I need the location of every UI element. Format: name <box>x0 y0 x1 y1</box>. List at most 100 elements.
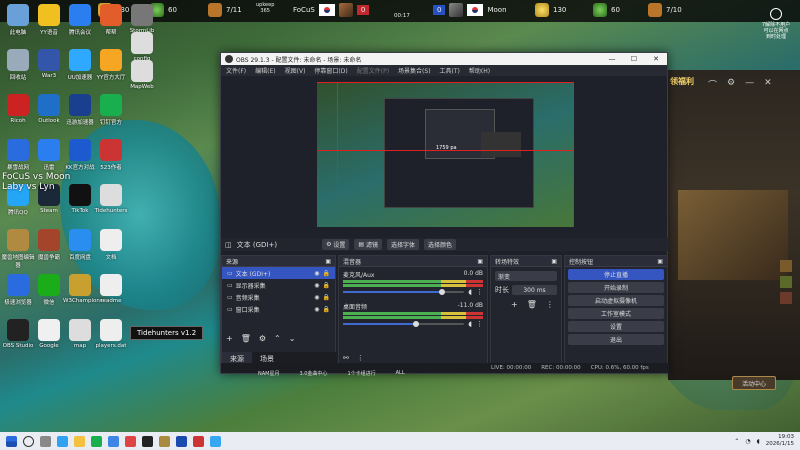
menu-item[interactable]: 视图(V) <box>285 66 306 75</box>
control-button[interactable]: 停止直播 <box>568 269 664 280</box>
desktop-icon[interactable]: 微信 <box>32 274 66 306</box>
add-icon[interactable]: + <box>226 334 233 343</box>
control-button[interactable]: 开始录制 <box>568 282 664 293</box>
desktop-icon[interactable]: Ricoh <box>1 94 35 124</box>
app-icon[interactable] <box>125 435 136 447</box>
more-icon[interactable]: ⋮ <box>476 320 483 328</box>
control-button[interactable]: 工作室模式 <box>568 308 664 319</box>
desktop-icon[interactable]: 迅游加速器 <box>63 94 97 126</box>
select-font-button[interactable]: 选择字体 <box>387 239 420 250</box>
more-icon[interactable]: ⋮ <box>546 300 554 309</box>
eye-icon[interactable]: ◉ <box>314 306 319 313</box>
trash-icon[interactable]: 🗑 <box>241 334 251 343</box>
desktop-icon[interactable]: 回收站 <box>1 49 35 81</box>
close-icon[interactable]: ✕ <box>645 55 667 63</box>
obs-icon[interactable] <box>142 435 153 447</box>
search-icon[interactable] <box>23 435 34 447</box>
lock-icon[interactable]: 🔒 <box>323 282 330 289</box>
network-icon[interactable]: ◔ <box>745 438 750 445</box>
settings-icon[interactable] <box>770 8 782 20</box>
desktop-icon[interactable]: YY语音 <box>32 4 66 36</box>
desktop-icon[interactable]: 此电脑 <box>1 4 35 36</box>
desktop-icon[interactable]: 百度网盘 <box>63 229 97 261</box>
item-icon[interactable] <box>780 276 792 288</box>
menu-item[interactable]: 编辑(E) <box>255 66 275 75</box>
desktop-icon[interactable]: MapWeb <box>125 60 159 90</box>
eye-icon[interactable]: ◉ <box>314 294 319 301</box>
minimize-icon[interactable]: — <box>601 55 623 63</box>
desktop-icon[interactable]: players.dat <box>94 319 128 349</box>
source-item[interactable]: ▭ 窗口采集 ◉ 🔒 <box>222 303 335 315</box>
tray-chevron-icon[interactable]: ⌃ <box>734 438 739 445</box>
desktop-icon[interactable]: War3 <box>32 49 66 79</box>
menu-item[interactable]: 工具(T) <box>440 66 460 75</box>
slider-knob[interactable] <box>439 289 446 295</box>
clock-area[interactable]: 19:03 2026/1/15 <box>766 434 794 448</box>
desktop-icon[interactable]: 钉钉官方 <box>94 94 128 126</box>
select-color-button[interactable]: 选择颜色 <box>424 239 457 250</box>
control-button[interactable]: 设置 <box>568 321 664 332</box>
task-view-icon[interactable] <box>40 435 51 447</box>
gear-icon[interactable]: ⚙ <box>259 334 266 343</box>
desktop-icon[interactable]: readme <box>94 274 128 304</box>
desktop-icon[interactable]: map <box>63 319 97 349</box>
menu-item[interactable]: 配置文件(P) <box>357 66 389 75</box>
dock-options-icon[interactable]: ▣ <box>657 258 663 265</box>
control-button[interactable]: 启动虚拟摄像机 <box>568 295 664 306</box>
folder-icon[interactable] <box>74 435 85 447</box>
desktop-icon[interactable]: OBS Studio <box>1 319 35 349</box>
desktop-icon[interactable]: 腾讯会议 <box>63 4 97 36</box>
app-icon[interactable] <box>210 435 221 447</box>
desktop-icon[interactable]: 523作者 <box>94 139 128 171</box>
lock-icon[interactable]: 🔒 <box>323 306 330 313</box>
lock-icon[interactable]: 🔒 <box>323 294 330 301</box>
item-icon[interactable] <box>780 292 792 304</box>
dock-options-icon[interactable]: ▣ <box>477 258 483 265</box>
source-settings-button[interactable]: ⚙ 设置 <box>322 239 350 250</box>
chevron-down-icon[interactable]: ⌄ <box>289 334 296 343</box>
app-icon[interactable] <box>91 435 102 447</box>
lock-icon[interactable]: 🔒 <box>323 270 330 277</box>
desktop-icon[interactable]: YY官方大厅 <box>94 49 128 81</box>
app-icon[interactable] <box>176 435 187 447</box>
more-icon[interactable]: ⋮ <box>357 354 364 362</box>
activity-center-button[interactable]: 活动中心 <box>732 376 776 390</box>
filters-button[interactable]: ▤ 滤镜 <box>354 239 382 250</box>
menu-item[interactable]: 文件(F) <box>226 66 246 75</box>
menu-item[interactable]: 帮助(H) <box>469 66 490 75</box>
desktop-icon[interactable]: 文档 <box>94 229 128 261</box>
desktop-icon[interactable]: config <box>125 32 159 62</box>
source-item[interactable]: ▭ 显示器采集 ◉ 🔒 <box>222 279 335 291</box>
source-item[interactable]: ▭ 音频采集 ◉ 🔒 <box>222 291 335 303</box>
control-button[interactable]: 退出 <box>568 334 664 345</box>
desktop-icon[interactable]: 迅雷 <box>32 139 66 171</box>
windows-start-icon[interactable] <box>6 435 17 447</box>
desktop-icon[interactable]: W3Champions <box>63 274 103 304</box>
obs-preview[interactable]: 1759 pa <box>317 82 574 227</box>
trash-icon[interactable]: 🗑 <box>527 300 537 309</box>
volume-slider[interactable] <box>343 321 465 327</box>
desktop-icon[interactable]: Tidehunters <box>94 184 128 214</box>
dock-options-icon[interactable]: ▣ <box>325 258 331 265</box>
speaker-icon[interactable]: ◖ <box>468 320 472 328</box>
wc3-icon[interactable] <box>159 435 170 447</box>
maximize-icon[interactable]: ☐ <box>623 55 645 63</box>
slider-knob[interactable] <box>412 321 419 327</box>
desktop-icon[interactable]: 魔兽地图编辑器 <box>1 229 35 269</box>
desktop-icon[interactable]: UU加速器 <box>63 49 97 81</box>
chevron-up-icon[interactable]: ⌃ <box>274 334 281 343</box>
desktop-icon[interactable]: Outlook <box>32 94 66 124</box>
dock-options-icon[interactable]: ▣ <box>551 258 557 265</box>
close-icon[interactable]: ✕ <box>764 78 772 91</box>
minimize-icon[interactable]: — <box>745 78 754 91</box>
more-icon[interactable]: ⋮ <box>476 288 483 296</box>
desktop-icon[interactable]: Google <box>32 319 66 349</box>
volume-icon[interactable]: ◖ <box>757 438 760 445</box>
headset-icon[interactable]: ⌒ <box>708 78 717 91</box>
duration-input[interactable]: 300 ms <box>512 285 557 295</box>
desktop-icon[interactable]: 魔兽争霸 <box>32 229 66 261</box>
desktop-icon[interactable]: KK官方对战 <box>63 139 97 171</box>
app-icon[interactable] <box>108 435 119 447</box>
add-icon[interactable]: + <box>511 300 518 309</box>
desktop-icon[interactable]: 极速浏览器 <box>1 274 35 306</box>
